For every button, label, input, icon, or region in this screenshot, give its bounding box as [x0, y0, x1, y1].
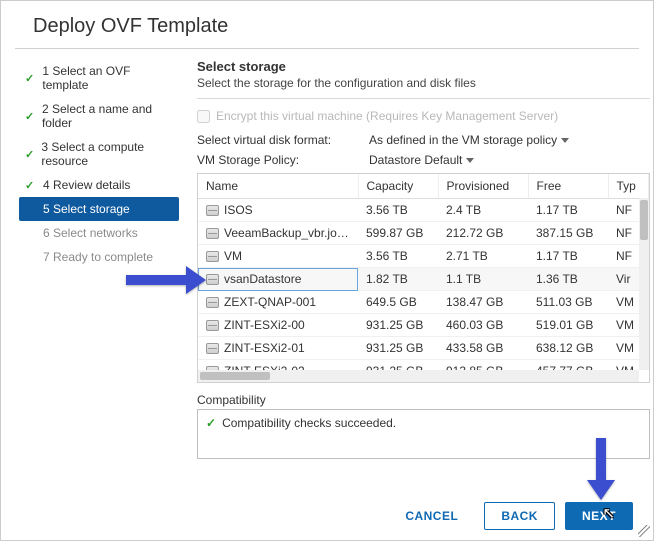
dialog-title: Deploy OVF Template	[15, 1, 639, 49]
datastore-table: Name Capacity Provisioned Free Typ ISOS3…	[197, 173, 650, 383]
datastore-icon	[206, 251, 219, 262]
table-row[interactable]: ZINT-ESXi2-00931.25 GB460.03 GB519.01 GB…	[198, 314, 648, 337]
wizard-step-label: 3 Select a compute resource	[41, 140, 173, 168]
annotation-arrow-down-icon	[587, 438, 615, 500]
check-icon: ✓	[25, 72, 36, 85]
resize-grip-icon[interactable]	[638, 525, 650, 537]
main-panel: Select storage Select the storage for th…	[185, 49, 654, 459]
compat-box: ✓ Compatibility checks succeeded.	[197, 409, 650, 459]
table-row[interactable]: ZINT-ESXi2-SSD-01232.75 GB108.39 GB124.3…	[198, 383, 648, 384]
datastore-icon	[206, 205, 219, 216]
check-icon: ✓	[206, 416, 216, 430]
check-icon: ✓	[25, 110, 36, 123]
cursor-icon: ↖	[602, 504, 615, 522]
wizard-step-3[interactable]: ✓ 3 Select a compute resource	[19, 135, 179, 173]
storage-policy-dropdown[interactable]: Datastore Default	[369, 153, 474, 167]
col-capacity[interactable]: Capacity	[358, 174, 438, 199]
chevron-down-icon	[561, 138, 569, 143]
encrypt-label: Encrypt this virtual machine (Requires K…	[216, 109, 558, 123]
next-button[interactable]: NEXT	[565, 502, 633, 530]
scrollbar-vertical[interactable]	[639, 198, 649, 370]
cancel-button[interactable]: CANCEL	[389, 503, 474, 529]
datastore-icon	[206, 274, 219, 285]
wizard-step-label: 7 Ready to complete	[43, 250, 153, 264]
disk-format-value[interactable]: As defined in the VM storage policy	[369, 133, 569, 147]
back-button[interactable]: BACK	[484, 502, 555, 530]
wizard-step-label: 5 Select storage	[43, 202, 130, 216]
wizard-step-1[interactable]: ✓ 1 Select an OVF template	[19, 59, 179, 97]
wizard-step-2[interactable]: ✓ 2 Select a name and folder	[19, 97, 179, 135]
chevron-down-icon	[466, 158, 474, 163]
section-heading: Select storage	[197, 59, 650, 74]
datastore-icon	[206, 320, 219, 331]
col-free[interactable]: Free	[528, 174, 608, 199]
col-provisioned[interactable]: Provisioned	[438, 174, 528, 199]
wizard-steps: ✓ 1 Select an OVF template ✓ 2 Select a nam…	[15, 49, 185, 459]
footer-buttons: CANCEL BACK NEXT	[389, 502, 633, 530]
col-type[interactable]: Typ	[608, 174, 648, 199]
wizard-step-4[interactable]: ✓ 4 Review details	[19, 173, 179, 197]
compat-label: Compatibility	[197, 393, 650, 407]
encrypt-checkbox	[197, 110, 210, 123]
table-row[interactable]: ZEXT-QNAP-001649.5 GB138.47 GB511.03 GBV…	[198, 291, 648, 314]
wizard-step-6: 6 Select networks	[19, 221, 179, 245]
section-subtitle: Select the storage for the configuration…	[197, 76, 650, 99]
scrollbar-horizontal[interactable]	[198, 370, 639, 382]
table-row[interactable]: VM3.56 TB2.71 TB1.17 TBNF	[198, 245, 648, 268]
datastore-icon	[206, 343, 219, 354]
compat-message: Compatibility checks succeeded.	[222, 416, 396, 430]
table-row[interactable]: vsanDatastore1.82 TB1.1 TB1.36 TBVir	[198, 268, 648, 291]
check-icon: ✓	[25, 179, 37, 192]
annotation-arrow-left-icon	[126, 266, 206, 294]
table-row[interactable]: ISOS3.56 TB2.4 TB1.17 TBNF	[198, 199, 648, 222]
wizard-step-label: 1 Select an OVF template	[42, 64, 173, 92]
wizard-step-label: 4 Review details	[43, 178, 130, 192]
check-icon: ✓	[25, 148, 35, 161]
encrypt-row: Encrypt this virtual machine (Requires K…	[197, 109, 650, 123]
col-name[interactable]: Name	[198, 174, 358, 199]
disk-format-label: Select virtual disk format:	[197, 133, 357, 147]
datastore-icon	[206, 297, 219, 308]
wizard-step-label: 2 Select a name and folder	[42, 102, 173, 130]
wizard-step-label: 6 Select networks	[43, 226, 138, 240]
storage-policy-label: VM Storage Policy:	[197, 153, 357, 167]
datastore-icon	[206, 228, 219, 239]
table-row[interactable]: VeeamBackup_vbr.jorge…599.87 GB212.72 GB…	[198, 222, 648, 245]
table-row[interactable]: ZINT-ESXi2-01931.25 GB433.58 GB638.12 GB…	[198, 337, 648, 360]
wizard-step-5[interactable]: 5 Select storage	[19, 197, 179, 221]
